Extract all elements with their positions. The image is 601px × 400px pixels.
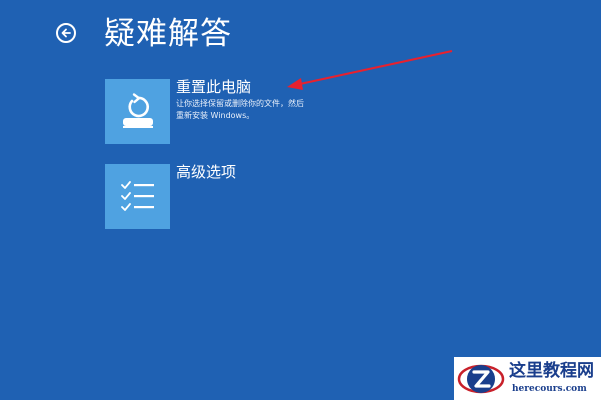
checklist-icon [120,180,154,211]
page-title: 疑难解答 [104,16,232,52]
watermark-title: 这里教程网 [509,361,594,381]
reset-pc-description-line-2: 重新安装 Windows。 [176,111,255,120]
back-button[interactable] [56,23,76,43]
annotation-arrow [287,50,453,90]
reset-pc-description: 让你选择保留或删除你的文件，然后 重新安装 Windows。 [176,98,346,122]
advanced-options-label: 高级选项 [176,163,237,181]
back-arrow-icon [61,28,71,38]
reset-pc-label: 重置此电脑 [176,78,252,96]
reset-pc-tile[interactable] [105,79,170,144]
watermark: 这里教程网 herecours.com [454,357,601,400]
watermark-logo-icon [457,364,505,394]
reset-pc-icon [122,92,153,128]
watermark-url: herecours.com [512,384,587,394]
reset-pc-description-line-1: 让你选择保留或删除你的文件，然后 [176,99,304,108]
advanced-options-tile[interactable] [105,164,170,229]
